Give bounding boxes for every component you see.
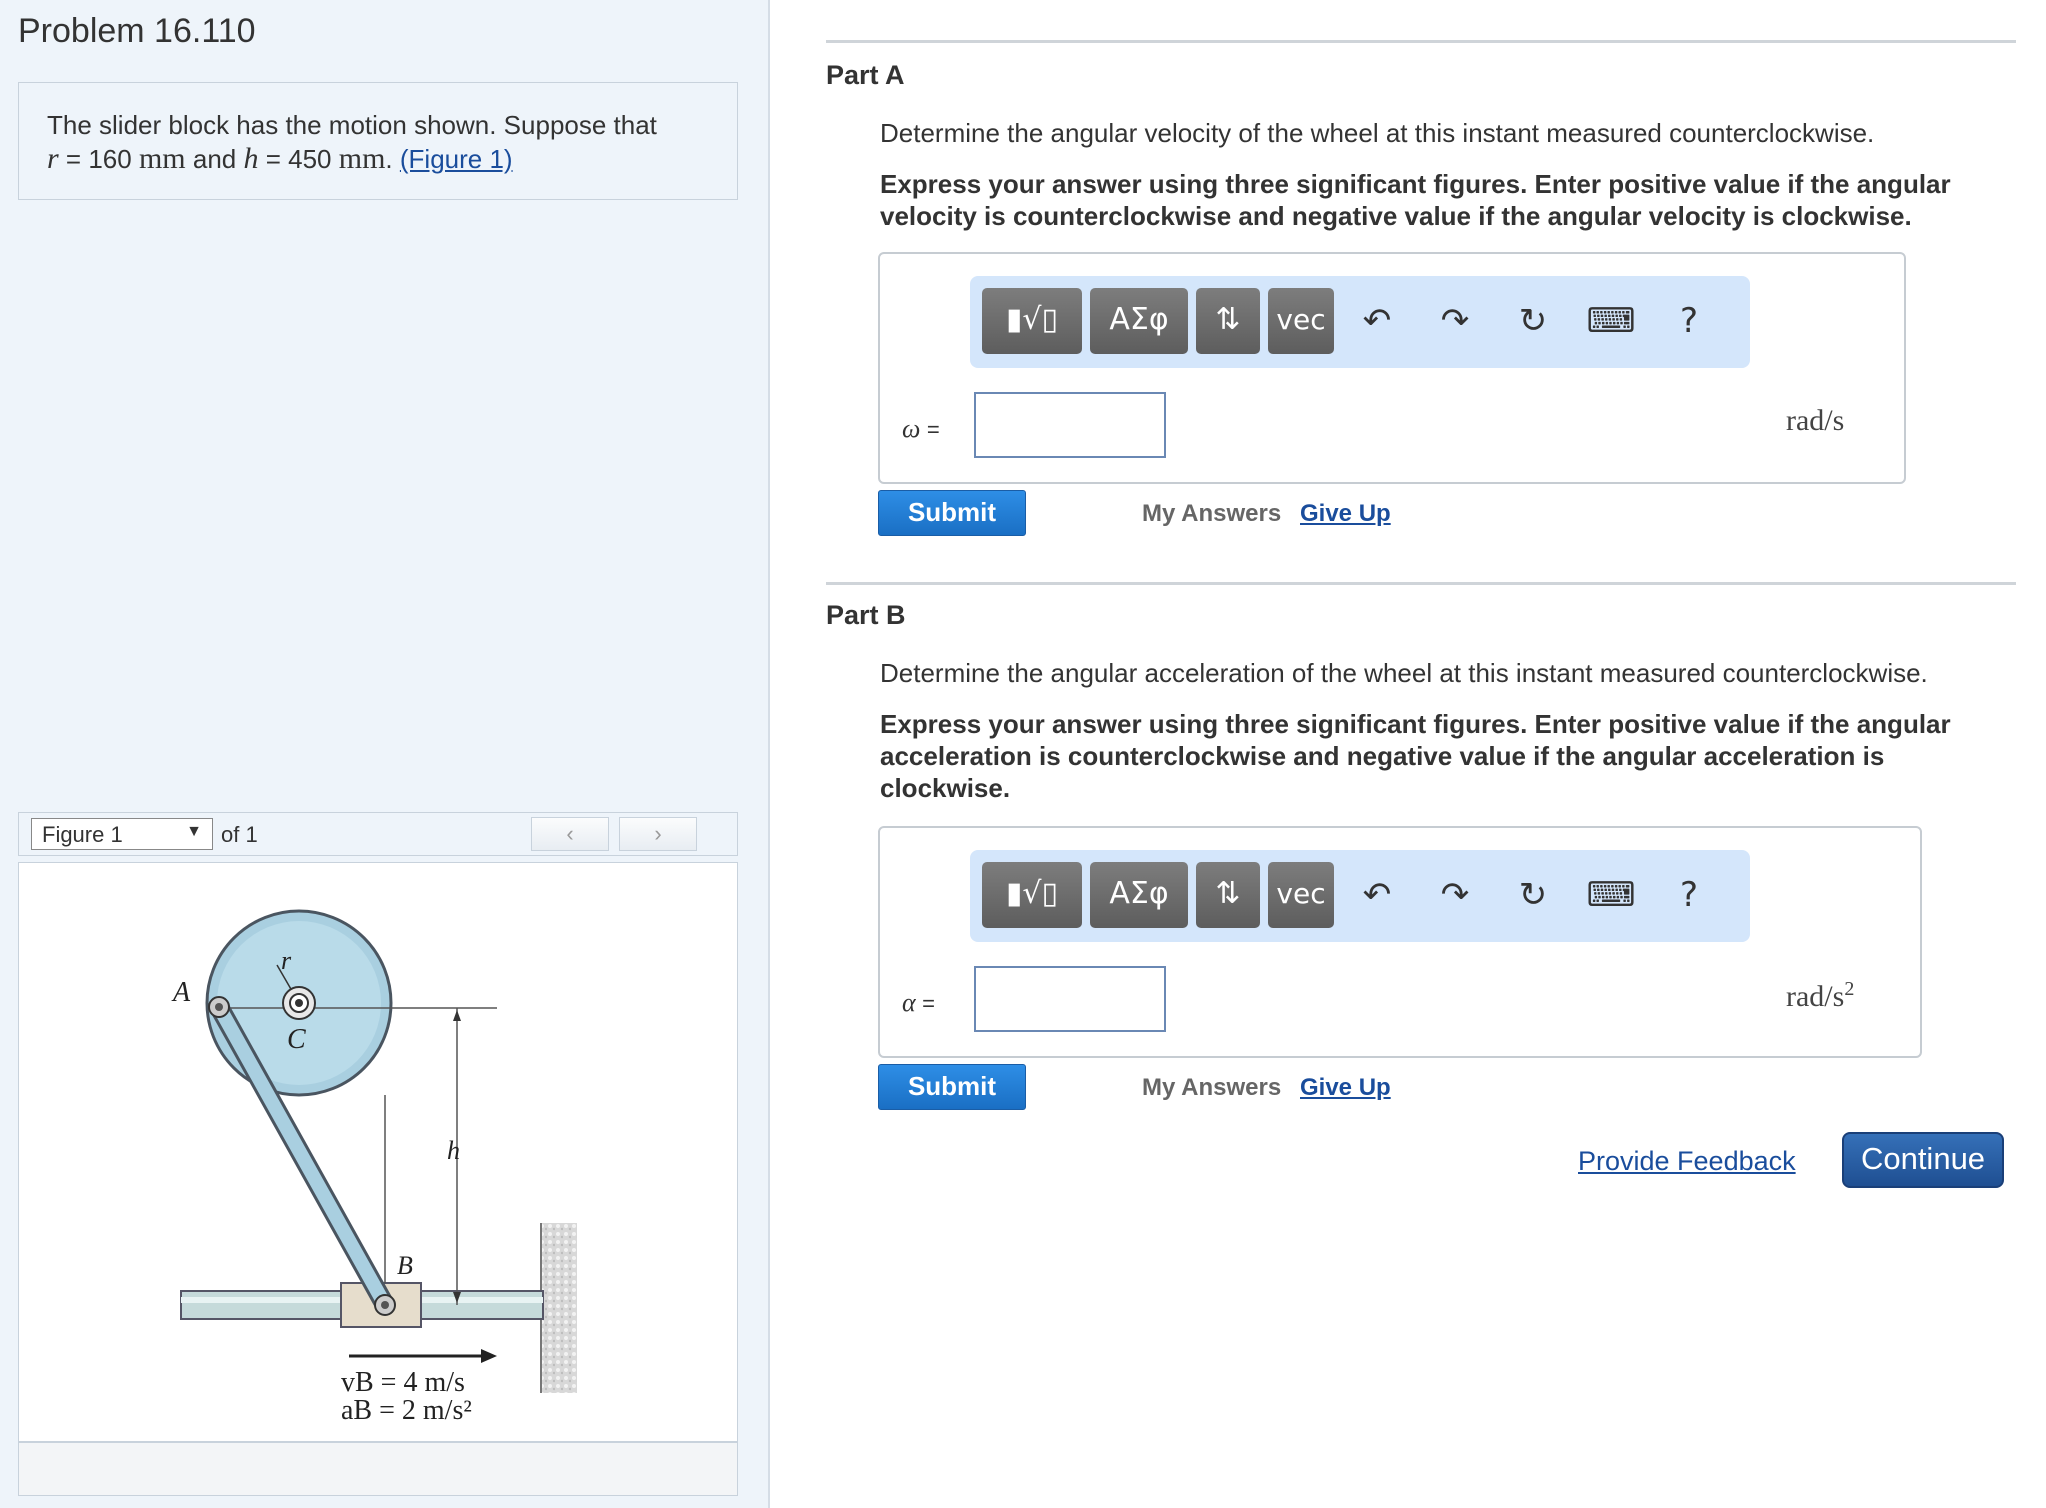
h-unit: mm [338, 142, 386, 175]
undo-icon[interactable]: ↶ [1352, 866, 1402, 924]
part-b-unit-exponent: 2 [1844, 978, 1855, 1000]
arrows-button[interactable]: ⇅ [1196, 288, 1260, 354]
figure-select[interactable]: Figure 1 ▼ [31, 818, 213, 850]
part-a-variable-label: ω = [902, 414, 940, 444]
problem-statement: The slider block has the motion shown. S… [18, 82, 738, 200]
part-b-unit-base: rad/s [1786, 980, 1845, 1013]
part-b-instructions: Express your answer using three signific… [880, 708, 1951, 804]
label-r: r [281, 946, 292, 975]
templates-button[interactable]: ▮√▯ [982, 862, 1082, 928]
figure-select-value: Figure 1 [42, 822, 123, 847]
wall [541, 1223, 577, 1393]
h-value: 450 [288, 144, 332, 174]
continue-button[interactable]: Continue [1842, 1132, 2004, 1188]
r-variable: r [47, 142, 59, 175]
part-a-instructions: Express your answer using three signific… [880, 168, 1951, 232]
r-unit: mm [138, 142, 186, 175]
part-b-answer-box: ▮√▯ ΑΣφ ⇅ vec ↶ ↷ ↻ ⌨ ? α = rad/s2 [878, 826, 1922, 1058]
part-b-instruction-line-1: Express your answer using three signific… [880, 709, 1951, 739]
keyboard-icon[interactable]: ⌨ [1586, 866, 1636, 924]
part-a-title: Part A [826, 60, 905, 90]
part-a-answer-box: ▮√▯ ΑΣφ ⇅ vec ↶ ↷ ↻ ⌨ ? ω = rad/s [878, 252, 1906, 484]
part-a-instruction-line-2: velocity is counterclockwise and negativ… [880, 201, 1912, 231]
part-b-submit-button[interactable]: Submit [878, 1064, 1026, 1110]
arrows-button[interactable]: ⇅ [1196, 862, 1260, 928]
figure-area: A r C h B vB = 4 m/s aB = 2 m/s² [18, 862, 738, 1442]
label-ab: aB = 2 m/s² [341, 1395, 472, 1426]
greek-symbols-button[interactable]: ΑΣφ [1090, 862, 1188, 928]
figure-link[interactable]: (Figure 1) [400, 144, 513, 174]
greek-symbols-button[interactable]: ΑΣφ [1090, 288, 1188, 354]
part-a-my-answers[interactable]: My Answers [1142, 500, 1281, 528]
part-b-description: Determine the angular acceleration of th… [880, 658, 1928, 688]
part-a-unit: rad/s [1786, 404, 1845, 437]
part-a-math-toolbar: ▮√▯ ΑΣφ ⇅ vec ↶ ↷ ↻ ⌨ ? [970, 276, 1750, 368]
part-a-submit-button[interactable]: Submit [878, 490, 1026, 536]
figure-navigation: Figure 1 ▼ of 1 ‹ › [18, 812, 738, 856]
next-figure-button[interactable]: › [619, 817, 697, 851]
divider [826, 582, 2016, 585]
part-a-give-up-link[interactable]: Give Up [1300, 500, 1391, 528]
figure-footer [18, 1442, 738, 1496]
chevron-down-icon: ▼ [186, 823, 202, 840]
equals-sign: = [922, 991, 936, 1016]
redo-icon[interactable]: ↷ [1430, 866, 1480, 924]
templates-button[interactable]: ▮√▯ [982, 288, 1082, 354]
part-b-math-toolbar: ▮√▯ ΑΣφ ⇅ vec ↶ ↷ ↻ ⌨ ? [970, 850, 1750, 942]
part-b-answer-input[interactable] [974, 966, 1166, 1032]
prev-figure-button[interactable]: ‹ [531, 817, 609, 851]
omega-symbol: ω [902, 414, 921, 443]
help-icon[interactable]: ? [1664, 866, 1714, 924]
part-a-answer-input[interactable] [974, 392, 1166, 458]
problem-text: The slider block has the motion shown. S… [47, 110, 657, 140]
part-b-instruction-line-2: acceleration is counterclockwise and neg… [880, 741, 1885, 771]
left-panel: Problem 16.110 The slider block has the … [0, 0, 770, 1508]
part-a-description: Determine the angular velocity of the wh… [880, 118, 1875, 148]
r-value: 160 [88, 144, 132, 174]
part-b-unit: rad/s2 [1786, 978, 1854, 1014]
part-a-instruction-line-1: Express your answer using three signific… [880, 169, 1951, 199]
equals-sign: = [926, 417, 940, 442]
reset-icon[interactable]: ↻ [1508, 866, 1558, 924]
right-panel: Part A Determine the angular velocity of… [770, 0, 2046, 1508]
vector-button[interactable]: vec [1268, 288, 1334, 354]
help-icon[interactable]: ? [1664, 292, 1714, 350]
h-variable: h [243, 142, 259, 175]
label-a: A [171, 977, 191, 1008]
part-b-instruction-line-3: clockwise. [880, 773, 1011, 803]
undo-icon[interactable]: ↶ [1352, 292, 1402, 350]
label-c: C [287, 1024, 306, 1055]
label-h: h [447, 1136, 460, 1165]
label-b: B [397, 1251, 413, 1280]
label-vb: vB = 4 m/s [341, 1367, 465, 1398]
and-text: and [192, 144, 237, 174]
divider [826, 40, 2016, 43]
part-b-my-answers[interactable]: My Answers [1142, 1074, 1281, 1102]
part-b-title: Part B [826, 600, 906, 630]
problem-title: Problem 16.110 [18, 12, 256, 50]
alpha-symbol: α [902, 988, 916, 1017]
redo-icon[interactable]: ↷ [1430, 292, 1480, 350]
figure-count: of 1 [221, 822, 258, 847]
provide-feedback-link[interactable]: Provide Feedback [1578, 1146, 1796, 1177]
mechanism-figure: A r C h B vB = 4 m/s aB = 2 m/s² [171, 909, 577, 1426]
vector-button[interactable]: vec [1268, 862, 1334, 928]
part-b-variable-label: α = [902, 988, 935, 1018]
reset-icon[interactable]: ↻ [1508, 292, 1558, 350]
part-b-give-up-link[interactable]: Give Up [1300, 1074, 1391, 1102]
keyboard-icon[interactable]: ⌨ [1586, 292, 1636, 350]
